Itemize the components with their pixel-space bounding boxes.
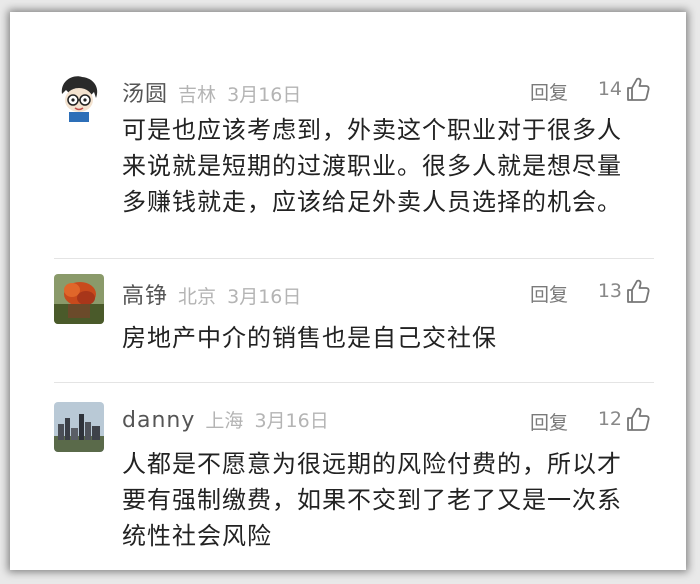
comment-header: 汤圆 吉林 3月16日 回复 14 [122,76,662,108]
like-button[interactable]: 13 [594,278,650,308]
comment-date: 3月16日 [254,410,329,432]
like-button[interactable]: 12 [594,406,650,436]
username[interactable]: 高铮 [122,284,168,309]
avatar[interactable] [54,274,104,324]
comment-header: danny 上海 3月16日 回复 12 [122,406,662,438]
location: 吉林 [178,84,217,106]
divider [54,382,654,383]
comment-date: 3月16日 [227,286,302,308]
thumbs-up-icon [626,76,650,106]
comment-text: 人都是不愿意为很远期的风险付费的，所以才 要有强制缴费，如果不交到了老了又是一次… [122,450,622,550]
location: 上海 [205,410,244,432]
comment-date: 3月16日 [227,84,302,106]
comment-list: 汤圆 吉林 3月16日 回复 14 可是也应该考虑到，外卖这个职业对于很多人 来说… [10,12,686,570]
comment-text: 可是也应该考虑到，外卖这个职业对于很多人 来说就是短期的过渡职业。很多人就是想尽… [122,116,622,216]
thumbs-up-icon [626,406,650,436]
username[interactable]: 汤圆 [122,82,168,107]
like-button[interactable]: 14 [594,76,650,106]
avatar[interactable] [54,72,104,122]
username[interactable]: danny [122,408,195,433]
thumbs-up-icon [626,278,650,308]
divider [54,258,654,259]
like-count: 12 [597,408,622,430]
comment-text: 房地产中介的销售也是自己交社保 [122,324,497,352]
reply-button[interactable]: 回复 [530,408,568,435]
avatar[interactable] [54,402,104,452]
comment-header: 高铮 北京 3月16日 回复 13 [122,278,662,310]
like-count: 14 [597,78,622,100]
reply-button[interactable]: 回复 [530,280,568,307]
reply-button[interactable]: 回复 [530,78,568,105]
location: 北京 [178,286,217,308]
like-count: 13 [597,280,622,302]
